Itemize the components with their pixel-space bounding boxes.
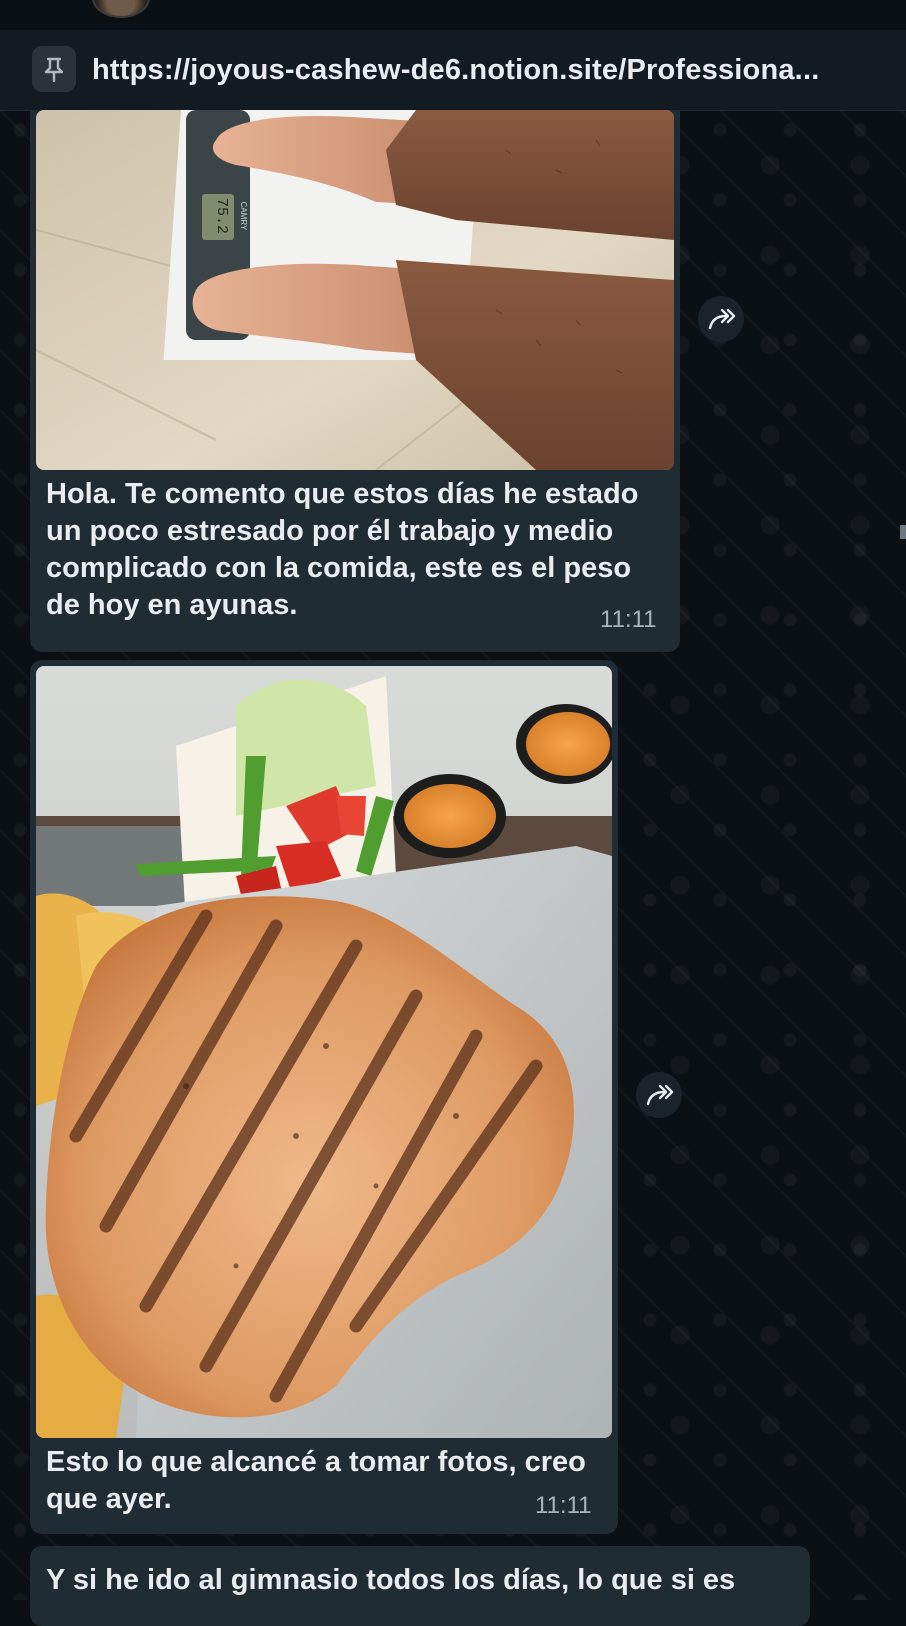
scale-display: 75.2 (213, 198, 230, 234)
pinned-message-bar[interactable]: https://joyous-cashew-de6.notion.site/Pr… (0, 30, 906, 111)
pinned-url[interactable]: https://joyous-cashew-de6.notion.site/Pr… (92, 54, 892, 87)
message-time: 11:11 (535, 1492, 592, 1519)
message-text: Esto lo que alcancé a tomar fotos, creo … (46, 1446, 586, 1515)
message-bubble[interactable]: Esto lo que alcancé a tomar fotos, creo … (30, 660, 618, 1534)
message-bubble[interactable]: Y si he ido al gimnasio todos los días, … (30, 1546, 810, 1626)
message-time: 11:11 (600, 606, 657, 633)
forward-button[interactable] (698, 296, 744, 342)
message-bubble[interactable]: 75.2 CAMRY Hola. Te comento que estos dí… (30, 110, 680, 652)
scrollbar-thumb[interactable] (900, 525, 906, 539)
forward-button[interactable] (636, 1072, 682, 1118)
forward-icon (646, 1084, 674, 1106)
scale-brand: CAMRY (239, 202, 248, 231)
forward-icon (708, 308, 736, 330)
food-photo[interactable] (36, 666, 612, 1438)
chat-header-remnant (0, 0, 906, 30)
message-text: Hola. Te comento que estos días he estad… (46, 478, 639, 621)
contact-avatar[interactable] (92, 0, 150, 18)
message-text: Y si he ido al gimnasio todos los días, … (46, 1564, 736, 1596)
scale-photo[interactable]: 75.2 CAMRY (36, 110, 674, 470)
pin-icon[interactable] (32, 46, 76, 92)
